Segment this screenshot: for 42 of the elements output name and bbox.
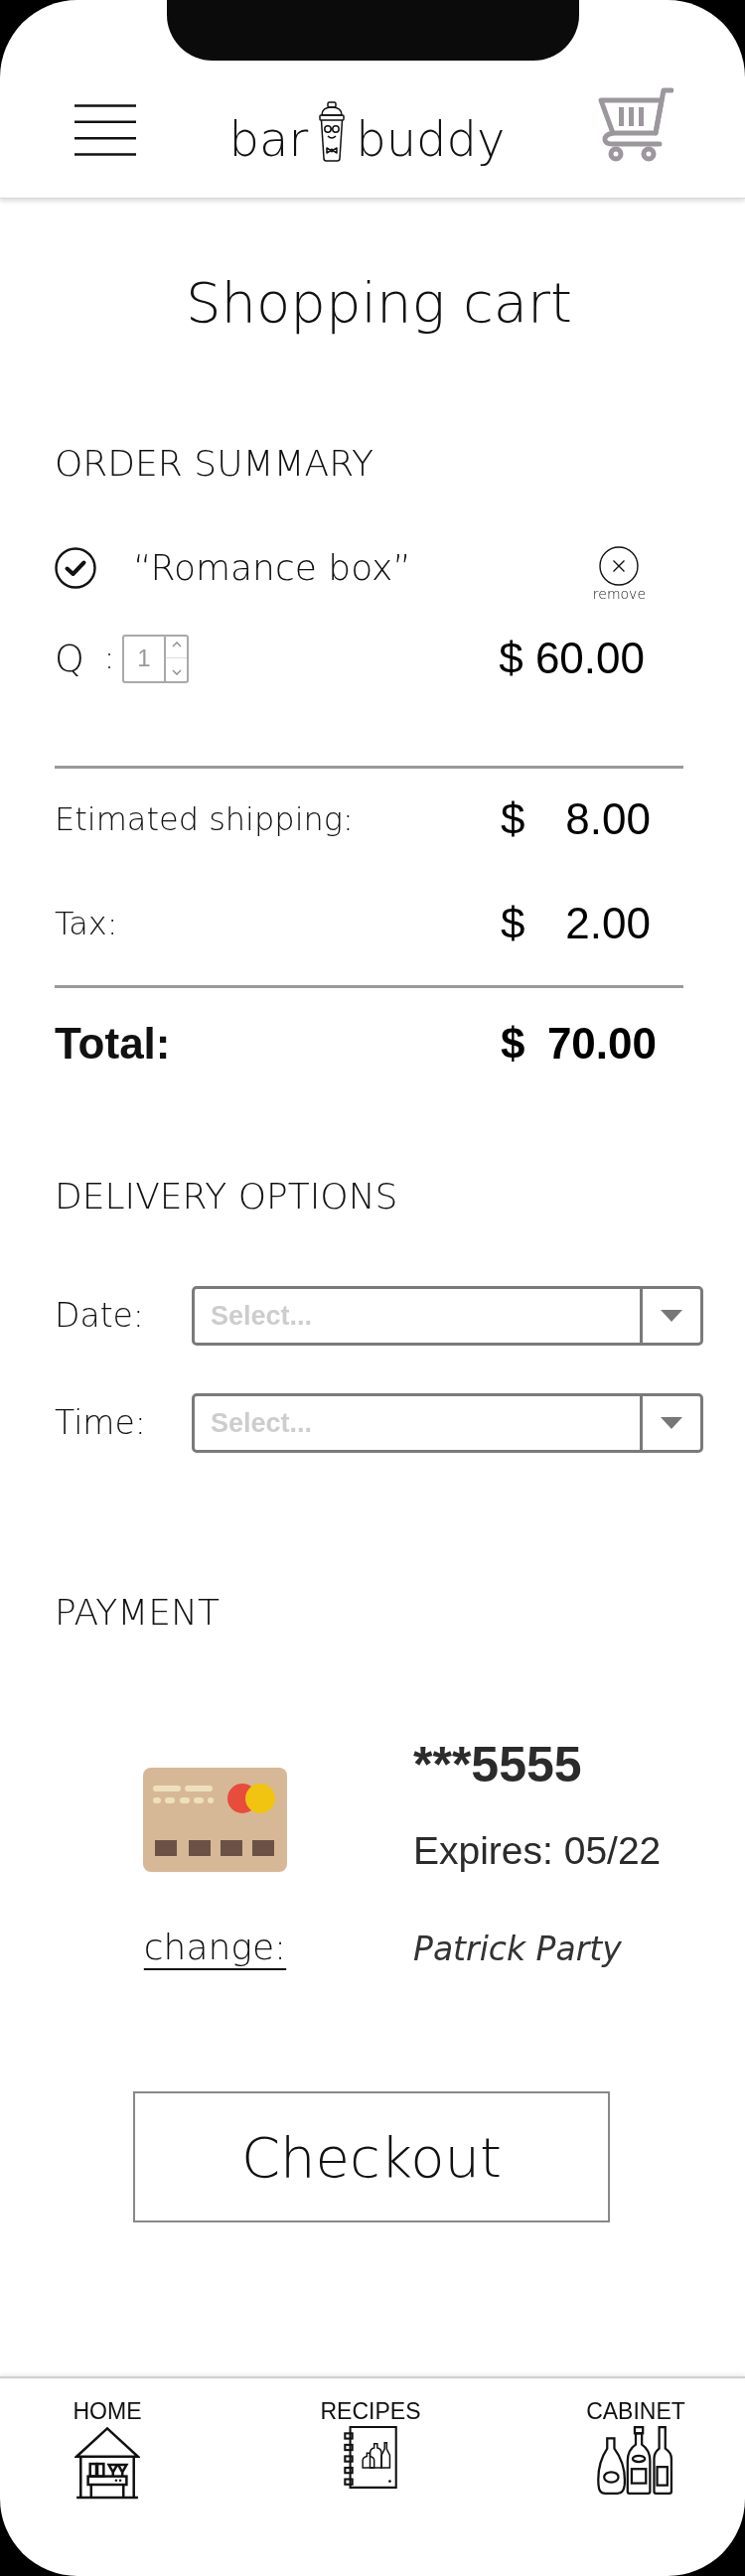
currency-symbol: $ <box>501 899 525 948</box>
section-heading: ORDER SUMMARY <box>55 442 374 486</box>
house-icon <box>74 2426 140 2500</box>
nav-tab[interactable]: HOME <box>73 2398 142 2500</box>
cart-icon[interactable] <box>598 86 673 163</box>
shaker-mascot-icon <box>318 101 347 162</box>
separator-text: : <box>103 640 115 677</box>
quantity-label: Q <box>55 637 84 680</box>
check-circle-icon[interactable] <box>55 547 96 589</box>
card-expiry: Expires: 05/22 <box>413 1828 662 1874</box>
card-number: ***5555 <box>413 1739 583 1790</box>
currency-symbol: $ <box>501 794 525 844</box>
item-price: $ 60.00 <box>499 634 645 683</box>
amount-value: 70.00 <box>546 1019 657 1069</box>
section-heading: DELIVERY OPTIONS <box>55 1175 399 1218</box>
nav-tab[interactable]: CABINET <box>586 2398 685 2496</box>
chevron-down-icon[interactable] <box>171 669 182 676</box>
caret-down-icon <box>661 1417 682 1429</box>
logo-text: bar <box>228 114 309 163</box>
bottles-icon <box>597 2426 674 2496</box>
recipe-book-icon <box>342 2426 399 2490</box>
field-label: Time: <box>55 1402 147 1444</box>
summary-label: Etimated shipping: <box>55 799 354 840</box>
item-name: “Romance box” <box>133 546 412 590</box>
chevron-up-icon[interactable] <box>171 641 182 647</box>
credit-card-icon <box>143 1768 287 1872</box>
summary-label: Tax: <box>55 904 118 944</box>
page-title: Shopping cart <box>185 269 573 337</box>
summary-label: Total: <box>55 1022 171 1066</box>
amount-value: 2.00 <box>565 899 651 948</box>
nav-tab[interactable]: RECIPES <box>320 2398 421 2490</box>
caret-down-icon <box>661 1310 682 1322</box>
menu-icon[interactable] <box>74 103 136 156</box>
currency-symbol: $ <box>501 1019 525 1069</box>
cardholder-name: Patrick Party <box>413 1929 623 1970</box>
change-link[interactable]: change: <box>143 1926 287 1969</box>
checkout-button[interactable]: Checkout <box>133 2091 610 2222</box>
field-label: Date: <box>55 1295 145 1337</box>
remove-button[interactable]: remove <box>592 546 646 604</box>
section-heading: PAYMENT <box>55 1591 221 1635</box>
amount-value: 8.00 <box>565 794 651 844</box>
x-circle-icon <box>599 546 640 586</box>
